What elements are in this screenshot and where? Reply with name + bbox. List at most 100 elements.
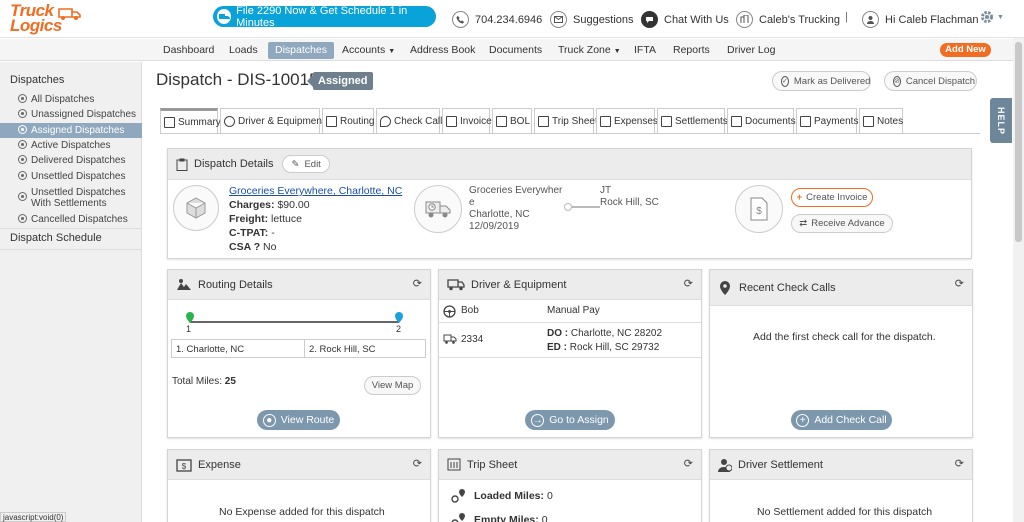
- circle-dot-icon: [18, 214, 27, 223]
- company-name: Caleb's Trucking: [759, 13, 840, 26]
- sidebar: Dispatches All Dispatches Unassigned Dis…: [0, 62, 142, 522]
- driver-icon: [224, 116, 235, 127]
- sidebar-item-unsettled-with-settlements[interactable]: Unsettled Dispatches With Settlements: [0, 186, 142, 212]
- chat-link[interactable]: Chat With Us: [641, 11, 729, 28]
- nav-truck-zone[interactable]: Truck Zone ▼: [551, 42, 628, 59]
- nav-documents[interactable]: Documents: [482, 42, 549, 59]
- package-icon: [173, 185, 219, 231]
- create-invoice-button[interactable]: + Create Invoice: [791, 188, 873, 207]
- sidebar-item-all-dispatches[interactable]: All Dispatches: [0, 93, 142, 107]
- circle-dot-icon: [18, 109, 27, 118]
- settlement-empty-text: No Settlement added for this dispatch: [757, 506, 933, 518]
- tab-trip-sheet[interactable]: Trip Sheet: [534, 108, 598, 134]
- driver-equipment-header: Driver & Equipment ⟳: [439, 270, 701, 300]
- tab-expenses[interactable]: Expenses: [596, 108, 658, 134]
- customer-link[interactable]: Groceries Everywhere, Charlotte, NC: [229, 185, 402, 197]
- nav-ifta[interactable]: IFTA: [627, 42, 663, 59]
- nav-accounts[interactable]: Accounts ▼: [335, 42, 402, 59]
- refresh-icon[interactable]: ⟳: [684, 457, 693, 470]
- tab-label: Check Call: [394, 116, 443, 127]
- tab-summary[interactable]: Summary: [160, 108, 221, 134]
- sidebar-item-delivered[interactable]: Delivered Dispatches: [0, 154, 142, 169]
- logo-line-2: Logics: [10, 16, 62, 35]
- ed-label: ED :: [547, 342, 567, 353]
- sidebar-item-unassigned[interactable]: Unassigned Dispatches: [0, 108, 142, 123]
- add-check-call-button[interactable]: + Add Check Call: [791, 410, 892, 430]
- plus-icon: +: [796, 413, 810, 427]
- user-menu[interactable]: Hi Caleb Flachman: [862, 11, 979, 28]
- tab-label: Invoice: [460, 116, 492, 127]
- phone-link[interactable]: 704.234.6946: [452, 11, 542, 28]
- tab-invoice[interactable]: Invoice: [442, 108, 492, 134]
- building-icon: [736, 11, 753, 28]
- page-title: Dispatch - DIS-10015: [156, 70, 319, 89]
- csa-label: CSA ?: [229, 241, 261, 253]
- file-2290-promo-button[interactable]: File 2290 Now & Get Schedule 1 in Minute…: [213, 5, 436, 29]
- refresh-icon[interactable]: ⟳: [955, 277, 964, 290]
- view-route-button[interactable]: ● View Route: [257, 410, 340, 430]
- freight-value: lettuce: [271, 213, 302, 225]
- cancel-dispatch-button[interactable]: ⊘ Cancel Dispatch: [884, 71, 977, 91]
- sidebar-section-dispatches[interactable]: Dispatches: [10, 74, 64, 86]
- dispatch-details-title: Dispatch Details: [194, 158, 274, 170]
- nav-reports[interactable]: Reports: [666, 42, 717, 59]
- edit-label: Edit: [304, 158, 321, 170]
- sidebar-item-dispatch-schedule[interactable]: Dispatch Schedule: [10, 232, 102, 244]
- chevron-down-icon: ▼: [613, 48, 621, 55]
- user-icon: [862, 11, 879, 28]
- page-scrollbar[interactable]: [1013, 38, 1024, 522]
- tab-settlements[interactable]: Settlements: [657, 108, 728, 134]
- sidebar-item-label: Active Dispatches: [31, 140, 111, 151]
- circle-dot-icon: [18, 155, 27, 164]
- topbar-separator: |: [845, 11, 848, 23]
- refresh-icon[interactable]: ⟳: [955, 457, 964, 470]
- go-to-assign-button[interactable]: → Go to Assign: [525, 410, 615, 430]
- driver-equipment-title: Driver & Equipment: [471, 278, 567, 291]
- expense-empty-text: No Expense added for this dispatch: [219, 506, 385, 518]
- expense-header: $ Expense ⟳: [168, 450, 430, 480]
- scrollbar-thumb[interactable]: [1015, 42, 1022, 242]
- ctpat-value: -: [271, 227, 275, 239]
- nav-dispatches[interactable]: Dispatches: [268, 42, 334, 59]
- nav-accounts-label: Accounts: [342, 44, 386, 56]
- loaded-miles-label: Loaded Miles:: [474, 490, 545, 502]
- stops-table: 1. Charlotte, NC 2. Rock Hill, SC: [171, 339, 426, 358]
- settings-menu[interactable]: ▼: [979, 9, 1004, 25]
- sidebar-item-cancelled[interactable]: Cancelled Dispatches: [0, 213, 142, 228]
- tab-notes[interactable]: Notes: [859, 108, 903, 134]
- add-new-button[interactable]: Add New: [940, 43, 991, 57]
- receive-advance-button[interactable]: ⇄ Receive Advance: [791, 214, 893, 233]
- folder-icon: [731, 116, 742, 127]
- sidebar-item-active[interactable]: Active Dispatches: [0, 139, 142, 154]
- view-map-button[interactable]: View Map: [364, 376, 421, 395]
- tab-driver-equipment[interactable]: Driver & Equipment: [220, 108, 325, 134]
- refresh-icon[interactable]: ⟳: [413, 457, 422, 470]
- edit-button[interactable]: ✎ Edit: [282, 155, 330, 173]
- mark-delivered-button[interactable]: ✓ Mark as Delivered: [772, 71, 871, 91]
- ed-value: Rock Hill, SC 29732: [569, 342, 660, 353]
- csa-value: No: [263, 241, 277, 253]
- phone-icon: [452, 11, 469, 28]
- tab-documents[interactable]: Documents: [727, 108, 796, 134]
- check-icon: ✓: [781, 75, 789, 87]
- truck-icon: [217, 9, 232, 24]
- tab-bol[interactable]: BOL: [492, 108, 532, 134]
- refresh-icon[interactable]: ⟳: [413, 277, 422, 290]
- sidebar-item-assigned[interactable]: Assigned Dispatches: [0, 123, 142, 138]
- nav-address-book[interactable]: Address Book: [403, 42, 482, 59]
- help-tab[interactable]: HELP: [990, 98, 1012, 143]
- tab-payments[interactable]: Payments: [796, 108, 858, 134]
- truck-icon: [58, 8, 81, 20]
- sidebar-item-unsettled[interactable]: Unsettled Dispatches: [0, 170, 142, 185]
- company-link[interactable]: Caleb's Trucking: [736, 11, 840, 28]
- truck-logics-logo[interactable]: Truck Logics: [8, 2, 81, 35]
- nav-driver-log[interactable]: Driver Log: [720, 42, 782, 59]
- refresh-icon[interactable]: ⟳: [684, 277, 693, 290]
- route-pins-icon: [451, 489, 465, 503]
- nav-dashboard[interactable]: Dashboard: [156, 42, 221, 59]
- nav-loads[interactable]: Loads: [222, 42, 265, 59]
- tab-routing[interactable]: Routing: [322, 108, 374, 134]
- tab-check-call[interactable]: Check Call: [376, 108, 443, 134]
- nav-truck-zone-label: Truck Zone: [558, 44, 611, 56]
- suggestions-link[interactable]: Suggestions: [550, 11, 634, 28]
